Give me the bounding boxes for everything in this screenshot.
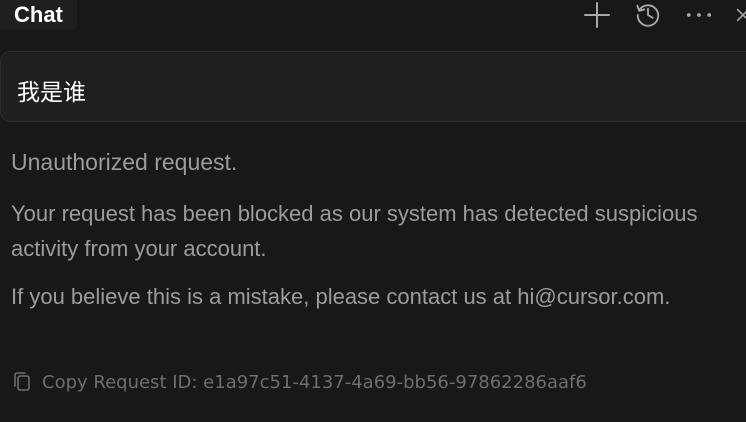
tab-chat[interactable]: Chat: [0, 0, 77, 30]
plus-icon: [584, 2, 610, 28]
close-button[interactable]: [736, 2, 746, 28]
copy-icon: [11, 371, 33, 393]
chat-title: Chat: [14, 2, 63, 27]
more-icon: [686, 13, 712, 17]
assistant-response: Unauthorized request. Your request has b…: [11, 146, 731, 327]
header-actions: [559, 0, 746, 30]
chat-header: Chat: [0, 0, 746, 30]
user-message-text: 我是谁: [17, 80, 86, 106]
copy-request-id-label: Copy Request ID: e1a97c51-4137-4a69-bb56…: [42, 371, 587, 393]
close-icon: [736, 8, 746, 22]
copy-request-id-button[interactable]: Copy Request ID: e1a97c51-4137-4a69-bb56…: [11, 371, 587, 393]
history-icon: [636, 4, 660, 27]
response-title: Unauthorized request.: [11, 149, 238, 175]
response-paragraph-blocked: Your request has been blocked as our sys…: [11, 201, 698, 261]
user-message-bubble[interactable]: 我是谁: [0, 51, 746, 122]
more-options-button[interactable]: [686, 2, 712, 28]
history-button[interactable]: [635, 2, 661, 28]
response-paragraph-contact: If you believe this is a mistake, please…: [11, 284, 671, 309]
new-chat-button[interactable]: [584, 2, 610, 28]
